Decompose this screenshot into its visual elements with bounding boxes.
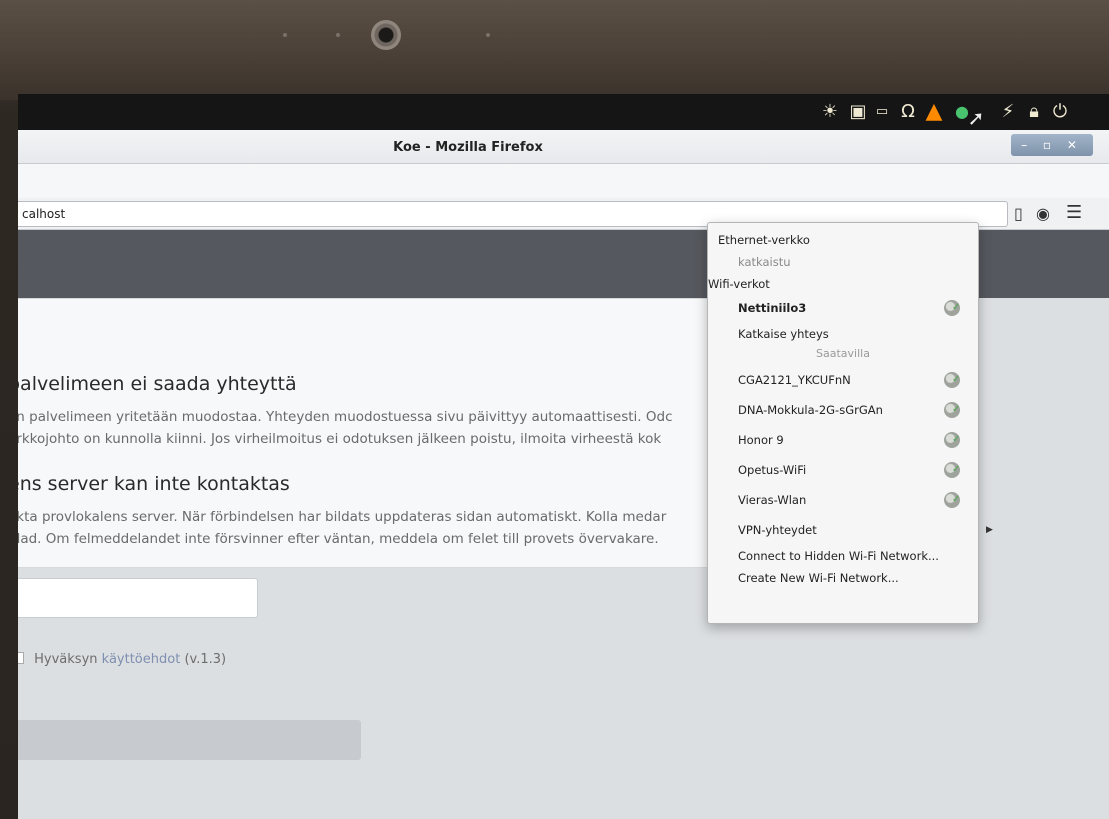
- warning-icon[interactable]: ▲: [922, 100, 946, 124]
- wifi-network-item[interactable]: DNA-Mokkula-2G-sGrGAn: [738, 399, 1008, 421]
- wifi-header: Wifi-verkot: [708, 277, 770, 291]
- wifi-signal-icon: [944, 432, 960, 448]
- webcam: [371, 20, 401, 50]
- terms-link[interactable]: käyttöehdot: [102, 652, 181, 667]
- hidden-network-item[interactable]: Connect to Hidden Wi-Fi Network...: [738, 545, 1008, 567]
- wifi-signal-icon: [944, 372, 960, 388]
- terms-checkbox[interactable]: [18, 652, 24, 664]
- hamburger-menu-icon[interactable]: ☰: [1066, 202, 1082, 223]
- headphones-icon[interactable]: Ω: [896, 100, 920, 124]
- pocket-icon[interactable]: ▯: [1014, 204, 1023, 223]
- available-label: Saatavilla: [816, 347, 870, 360]
- wifi-network-item[interactable]: CGA2121_YKCUFnN: [738, 369, 1008, 391]
- create-network-item[interactable]: Create New Wi-Fi Network...: [738, 567, 1008, 589]
- url-text: calhost: [22, 207, 66, 221]
- window-controls[interactable]: – ▫ ✕: [1011, 134, 1093, 156]
- top-panel: ☀ ▣ ▭ Ω ▲ ● ➚ ⚡ 🔒︎ ⏻: [18, 94, 1109, 130]
- wifi-signal-icon: [944, 462, 960, 478]
- vpn-label: VPN-yhteydet: [738, 523, 817, 537]
- disconnect-item[interactable]: Katkaise yhteys: [738, 323, 1008, 345]
- error-text-fi-1: an palvelimeen yritetään muodostaa. Yhte…: [18, 409, 673, 425]
- sensor-dot: [486, 33, 490, 37]
- terms-version: (v.1.3): [184, 652, 227, 667]
- vpn-submenu-item[interactable]: VPN-yhteydet ▶: [738, 519, 1008, 541]
- wifi-connected-item[interactable]: Nettiniilo3: [738, 297, 1008, 319]
- screen: ☀ ▣ ▭ Ω ▲ ● ➚ ⚡ 🔒︎ ⏻ Koe - Mozilla Firef…: [18, 94, 1109, 819]
- start-button[interactable]: [18, 720, 361, 760]
- terms-row: Hyväksyn käyttöehdot (v.1.3): [18, 652, 226, 667]
- terms-label: Hyväksyn: [34, 652, 98, 667]
- error-heading-sv: ens server kan inte kontaktas: [18, 473, 290, 495]
- power-icon[interactable]: ⏻: [1048, 100, 1072, 124]
- cursor-icon: ➚: [967, 106, 985, 130]
- laptop-bezel: [0, 0, 1109, 100]
- tab-strip: [18, 164, 1109, 198]
- ethernet-header: Ethernet-verkko: [718, 233, 810, 247]
- window-title-bar: Koe - Mozilla Firefox – ▫ ✕: [18, 130, 1109, 164]
- camera-icon[interactable]: ▣: [846, 100, 870, 124]
- lock-icon[interactable]: 🔒︎: [1022, 100, 1046, 124]
- wifi-signal-icon: [944, 300, 960, 316]
- wifi-signal-icon: [944, 402, 960, 418]
- submenu-arrow-icon: ▶: [986, 525, 993, 535]
- error-heading-fi: palvelimeen ei saada yhteyttä: [18, 373, 297, 395]
- ethernet-status: katkaistu: [738, 255, 791, 269]
- account-icon[interactable]: ◉: [1036, 204, 1050, 223]
- error-text-sv-2: plad. Om felmeddelandet inte försvinner …: [18, 531, 659, 547]
- wifi-network-item[interactable]: Vieras-Wlan: [738, 489, 1008, 511]
- sensor-dot: [283, 33, 287, 37]
- power-plug-icon[interactable]: ⚡: [996, 100, 1020, 124]
- battery-icon[interactable]: ▭: [870, 100, 894, 124]
- wifi-network-item[interactable]: Honor 9: [738, 429, 1008, 451]
- sun-icon[interactable]: ☀: [818, 100, 842, 124]
- sensor-dot: [336, 33, 340, 37]
- wifi-signal-icon: [944, 492, 960, 508]
- window-title: Koe - Mozilla Firefox: [393, 140, 543, 155]
- error-text-fi-2: erkkojohto on kunnolla kiinni. Jos virhe…: [18, 431, 662, 447]
- wifi-network-item[interactable]: Opetus-WiFi: [738, 459, 1008, 481]
- error-text-sv-1: akta provlokalens server. När förbindels…: [18, 509, 667, 525]
- code-input[interactable]: [18, 578, 258, 618]
- network-menu: Ethernet-verkko katkaistu Wifi-verkot Ne…: [707, 222, 993, 624]
